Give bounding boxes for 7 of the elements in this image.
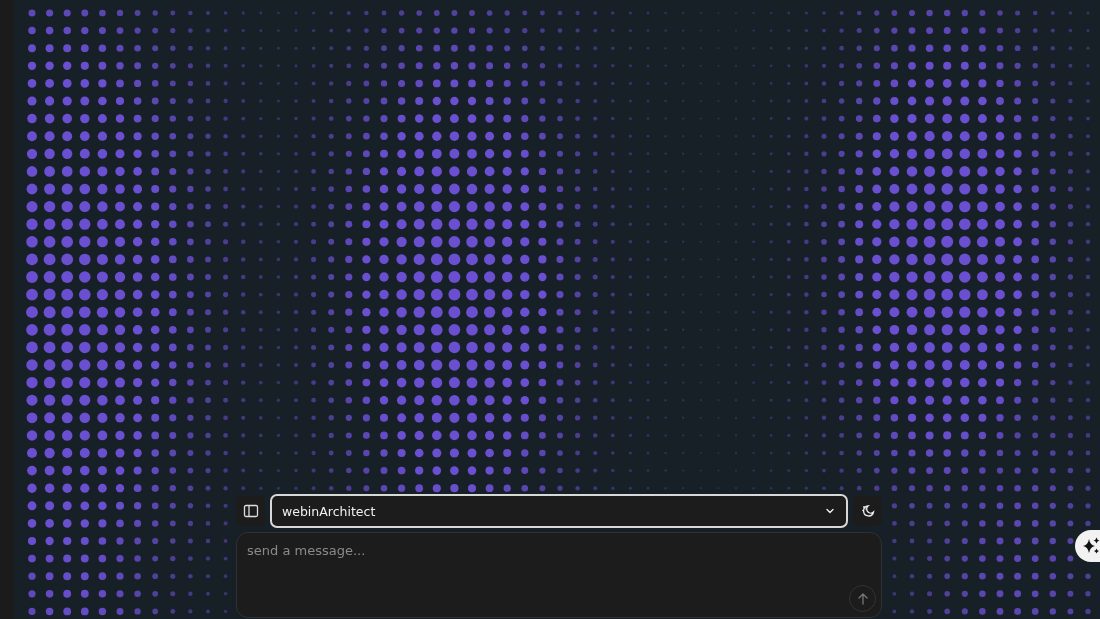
model-select[interactable]: webinArchitect [270, 494, 848, 528]
moon-stars-icon [859, 503, 876, 519]
sidebar-icon [242, 503, 259, 519]
sidebar-toggle-button[interactable] [236, 496, 265, 526]
theme-toggle-button[interactable] [853, 496, 882, 526]
sparkle-icon [1081, 536, 1100, 556]
message-input[interactable]: send a message... [236, 532, 882, 618]
